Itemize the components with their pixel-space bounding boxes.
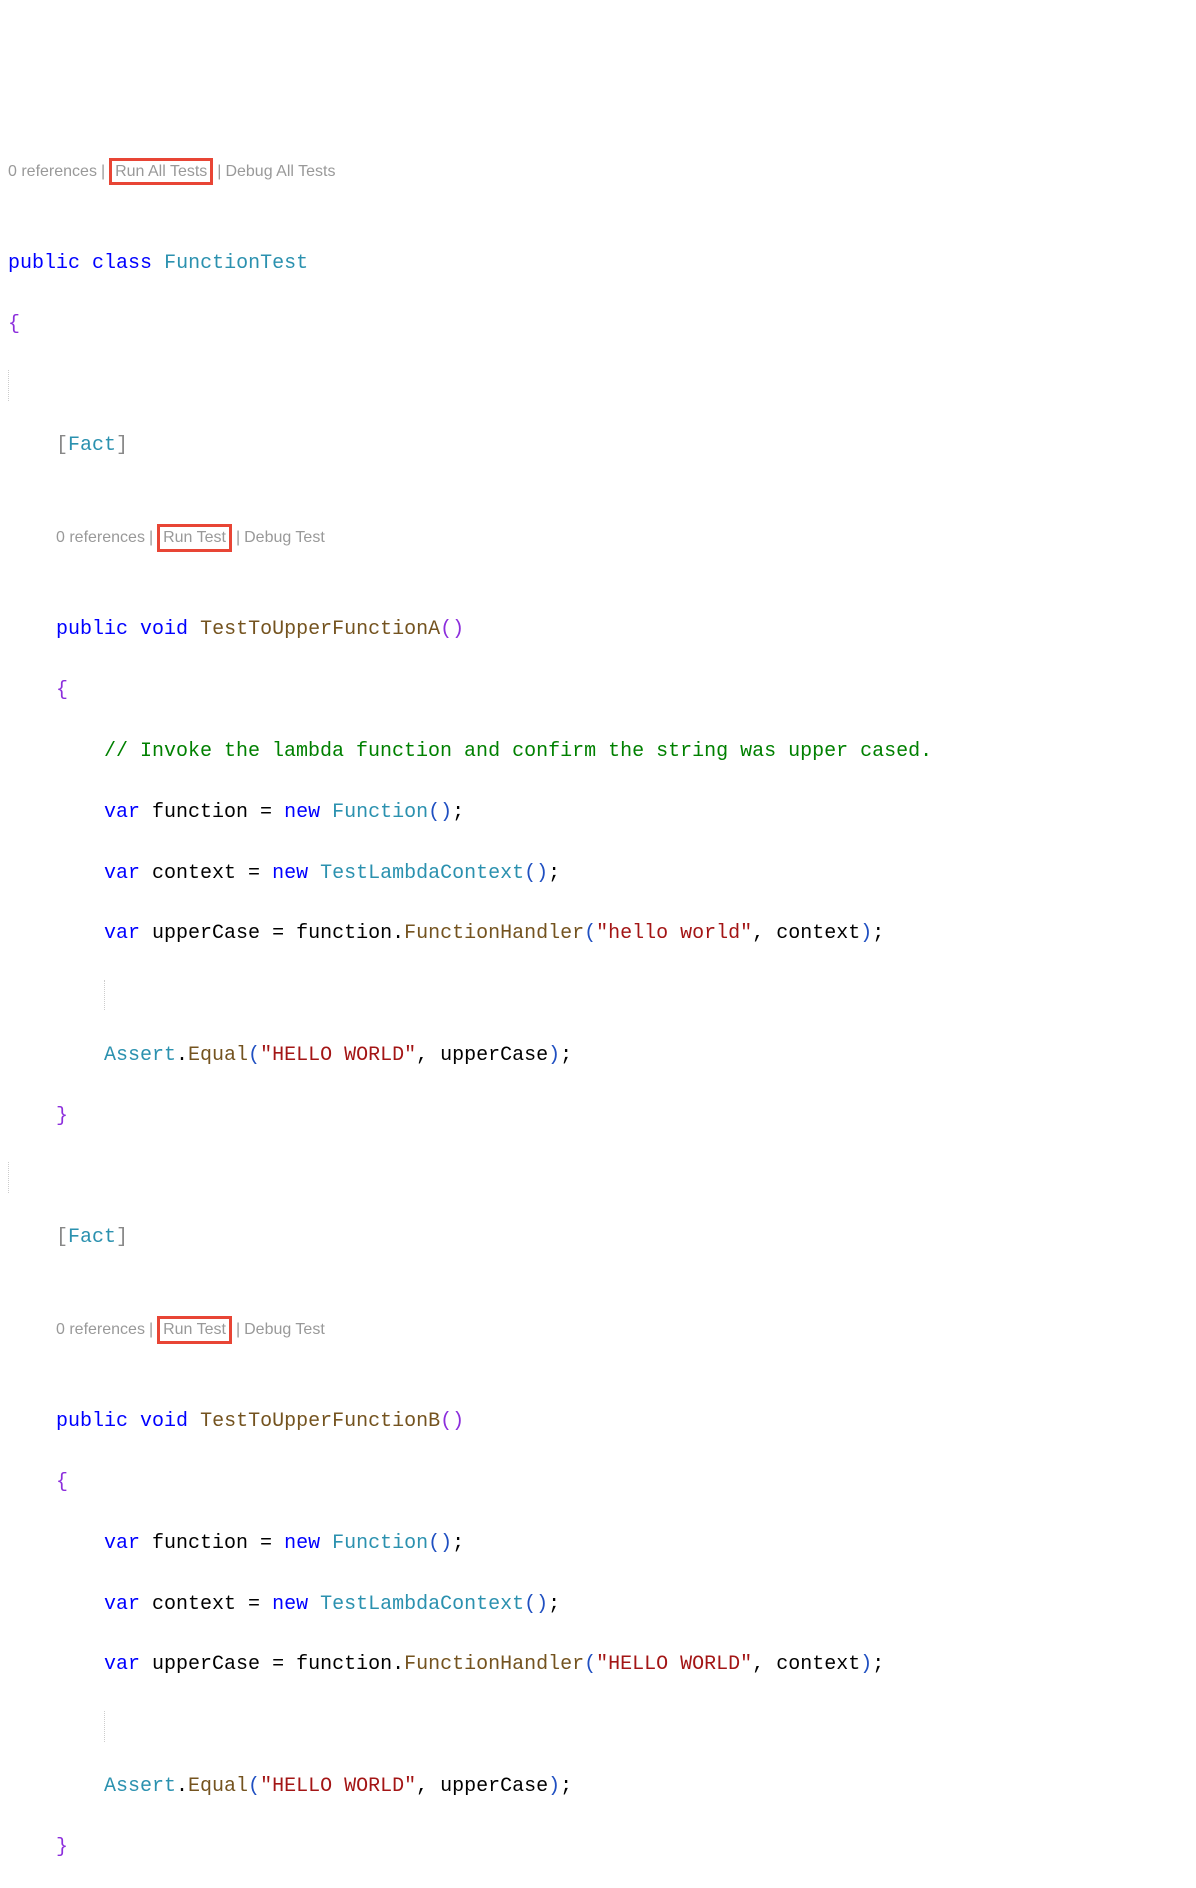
var-context-line: var context = new TestLambdaContext(); [8, 1590, 1196, 1620]
keyword-void: void [140, 1410, 188, 1433]
close-brace: } [8, 1102, 1196, 1132]
attr-name: Fact [68, 1226, 116, 1249]
codelens-sep: | [232, 528, 244, 547]
method-name: TestToUpperFunctionA [200, 618, 440, 641]
keyword-void: void [140, 618, 188, 641]
fact-attribute-a: [Fact] [8, 431, 1196, 461]
method-decl-b: public void TestToUpperFunctionB() [8, 1407, 1196, 1437]
blank-line [8, 980, 1196, 1010]
codelens-sep: | [97, 162, 109, 181]
comment-line: // Invoke the lambda function and confir… [8, 737, 1196, 767]
run-test-link[interactable]: Run Test [157, 524, 232, 551]
codelens-class: 0 references | Run All Tests | Debug All… [8, 156, 1196, 188]
blank-line [8, 1162, 1196, 1192]
debug-all-tests-link[interactable]: Debug All Tests [225, 162, 335, 181]
codelens-sep: | [145, 528, 157, 547]
run-all-tests-link[interactable]: Run All Tests [109, 158, 213, 185]
blank-line [8, 1711, 1196, 1741]
fact-attribute-b: [Fact] [8, 1223, 1196, 1253]
references-link[interactable]: 0 references [56, 1320, 145, 1339]
codelens-sep: | [145, 1320, 157, 1339]
codelens-test-b: 0 references | Run Test | Debug Test [8, 1314, 1196, 1346]
keyword-public: public [56, 618, 128, 641]
assert-line: Assert.Equal("HELLO WORLD", upperCase); [8, 1041, 1196, 1071]
method-decl-a: public void TestToUpperFunctionA() [8, 615, 1196, 645]
blank-line [8, 370, 1196, 400]
close-brace: } [8, 1833, 1196, 1863]
var-function-line: var function = new Function(); [8, 1529, 1196, 1559]
references-link[interactable]: 0 references [56, 528, 145, 547]
open-brace: { [8, 1468, 1196, 1498]
attr-name: Fact [68, 434, 116, 457]
class-declaration: public class FunctionTest [8, 249, 1196, 279]
keyword-public: public [8, 252, 80, 275]
class-name: FunctionTest [164, 252, 308, 275]
references-link[interactable]: 0 references [8, 162, 97, 181]
var-context-line: var context = new TestLambdaContext(); [8, 859, 1196, 889]
assert-line: Assert.Equal("HELLO WORLD", upperCase); [8, 1772, 1196, 1802]
codelens-sep: | [232, 1320, 244, 1339]
codelens-sep: | [213, 162, 225, 181]
var-upper-line: var upperCase = function.FunctionHandler… [8, 1650, 1196, 1680]
debug-test-link[interactable]: Debug Test [244, 528, 325, 547]
open-brace: { [8, 676, 1196, 706]
run-test-link[interactable]: Run Test [157, 1316, 232, 1343]
var-function-line: var function = new Function(); [8, 798, 1196, 828]
var-upper-line: var upperCase = function.FunctionHandler… [8, 919, 1196, 949]
codelens-test-a: 0 references | Run Test | Debug Test [8, 522, 1196, 554]
debug-test-link[interactable]: Debug Test [244, 1320, 325, 1339]
method-name: TestToUpperFunctionB [200, 1410, 440, 1433]
keyword-class: class [92, 252, 152, 275]
open-brace: { [8, 310, 1196, 340]
keyword-public: public [56, 1410, 128, 1433]
